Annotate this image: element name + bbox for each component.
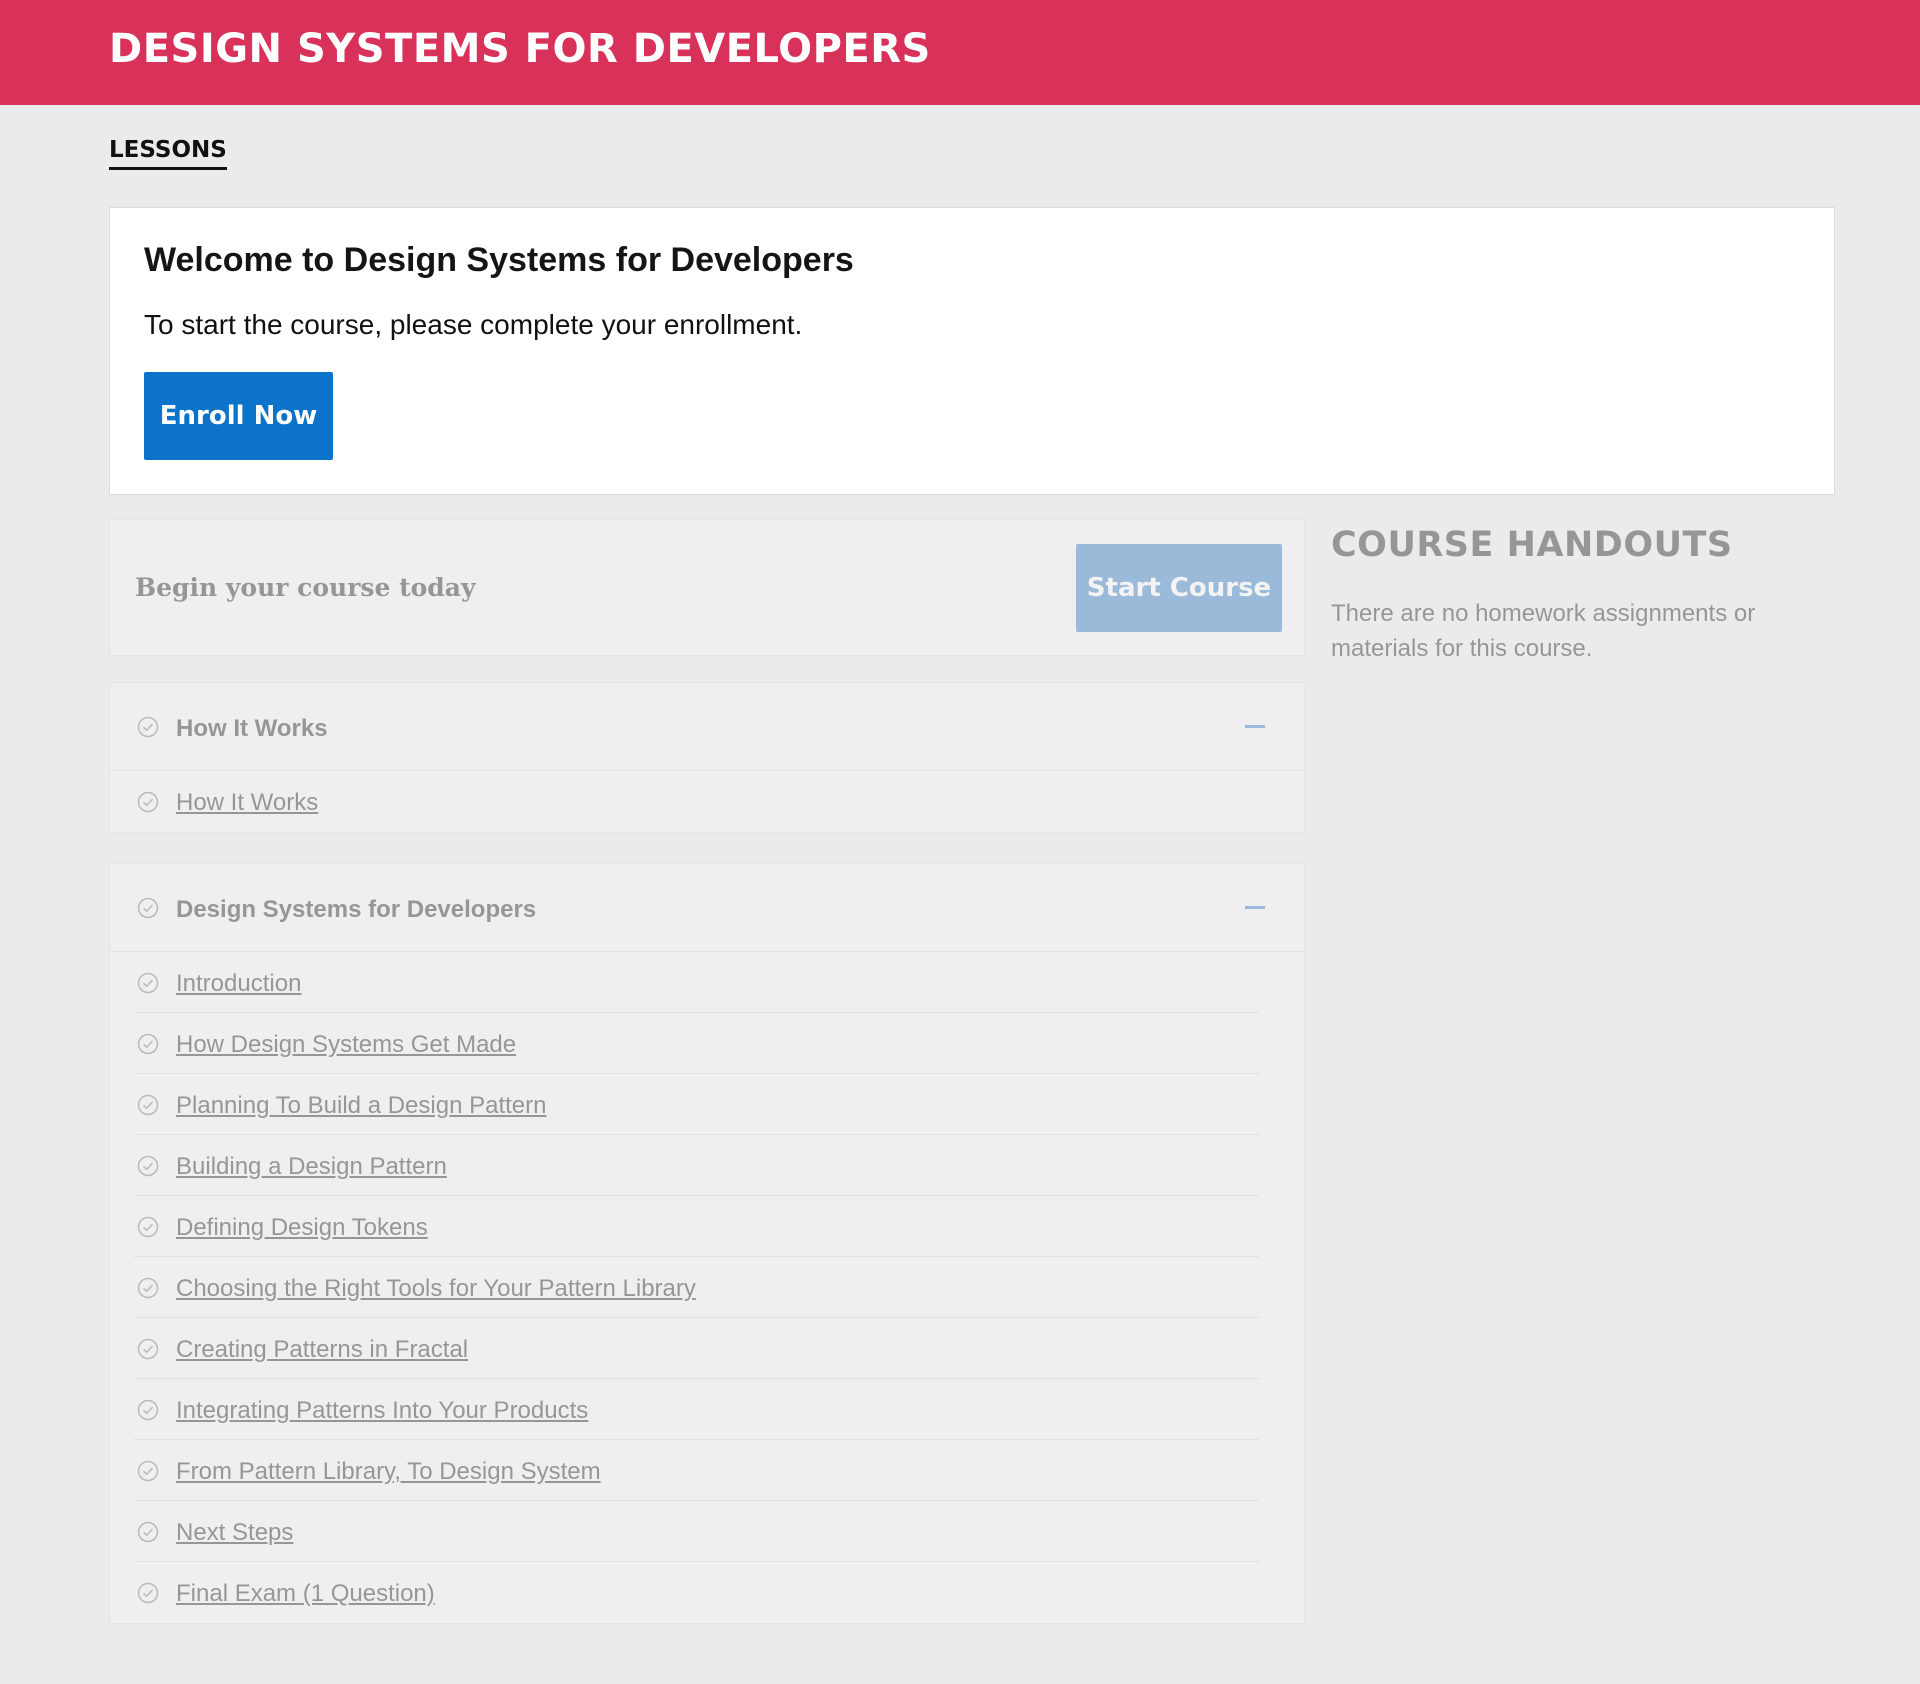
lesson-item: Final Exam (1 Question): [134, 1562, 1259, 1623]
check-circle-icon: [137, 1460, 159, 1482]
section-design-systems: Design Systems for Developers Introducti…: [109, 863, 1305, 1624]
course-title: DESIGN SYSTEMS FOR DEVELOPERS: [109, 26, 931, 72]
lesson-item: Choosing the Right Tools for Your Patter…: [134, 1257, 1259, 1318]
check-circle-icon: [137, 791, 159, 813]
check-circle-icon: [137, 1216, 159, 1238]
lesson-item: How Design Systems Get Made: [134, 1013, 1259, 1074]
lesson-item: How It Works: [134, 771, 1259, 832]
check-circle-icon: [137, 1338, 159, 1360]
lesson-item: Next Steps: [134, 1501, 1259, 1562]
check-circle-icon: [137, 716, 159, 738]
lesson-link[interactable]: Final Exam (1 Question): [176, 1580, 435, 1608]
lesson-item: Planning To Build a Design Pattern: [134, 1074, 1259, 1135]
handouts-text: There are no homework assignments or mat…: [1331, 600, 1756, 662]
lesson-link[interactable]: From Pattern Library, To Design System: [176, 1458, 601, 1486]
minus-icon[interactable]: [1245, 725, 1265, 728]
check-circle-icon: [137, 897, 159, 919]
check-circle-icon: [137, 972, 159, 994]
check-circle-icon: [137, 1521, 159, 1543]
section-title: Design Systems for Developers: [176, 896, 537, 923]
lesson-item: Creating Patterns in Fractal: [134, 1318, 1259, 1379]
check-circle-icon: [137, 1094, 159, 1116]
lesson-item: Building a Design Pattern: [134, 1135, 1259, 1196]
check-circle-icon: [137, 1033, 159, 1055]
lesson-link[interactable]: Integrating Patterns Into Your Products: [176, 1397, 588, 1425]
lesson-item: From Pattern Library, To Design System: [134, 1440, 1259, 1501]
start-course-button[interactable]: Start Course: [1076, 544, 1282, 632]
welcome-title: Welcome to Design Systems for Developers: [144, 241, 854, 279]
section-how-it-works: How It Works How It Works: [109, 682, 1305, 833]
lesson-link[interactable]: Next Steps: [176, 1519, 293, 1547]
lesson-link[interactable]: How Design Systems Get Made: [176, 1031, 516, 1059]
lesson-link[interactable]: How It Works: [176, 789, 318, 817]
section-header[interactable]: Design Systems for Developers: [110, 864, 1304, 952]
enroll-now-button[interactable]: Enroll Now: [144, 372, 333, 460]
lesson-item: Integrating Patterns Into Your Products: [134, 1379, 1259, 1440]
check-circle-icon: [137, 1155, 159, 1177]
enrollment-banner: Welcome to Design Systems for Developers…: [109, 207, 1835, 495]
check-circle-icon: [137, 1399, 159, 1421]
tab-lessons[interactable]: LESSONS: [109, 137, 227, 170]
minus-icon[interactable]: [1245, 906, 1265, 909]
welcome-text: To start the course, please complete you…: [144, 309, 803, 340]
lesson-link[interactable]: Creating Patterns in Fractal: [176, 1336, 468, 1364]
lesson-item: Introduction: [134, 952, 1259, 1013]
begin-course-text: Begin your course today: [135, 573, 476, 602]
lesson-item: Defining Design Tokens: [134, 1196, 1259, 1257]
lesson-link[interactable]: Defining Design Tokens: [176, 1214, 428, 1242]
check-circle-icon: [137, 1582, 159, 1604]
check-circle-icon: [137, 1277, 159, 1299]
lesson-link[interactable]: Building a Design Pattern: [176, 1153, 447, 1181]
begin-course-panel: Begin your course today Start Course: [109, 519, 1305, 656]
site-header: DESIGN SYSTEMS FOR DEVELOPERS: [0, 0, 1920, 105]
section-title: How It Works: [176, 715, 328, 742]
lesson-link[interactable]: Choosing the Right Tools for Your Patter…: [176, 1275, 696, 1303]
lesson-link[interactable]: Planning To Build a Design Pattern: [176, 1092, 546, 1120]
handouts-title: COURSE HANDOUTS: [1331, 525, 1733, 565]
lesson-link[interactable]: Introduction: [176, 970, 301, 998]
section-header[interactable]: How It Works: [110, 683, 1304, 771]
